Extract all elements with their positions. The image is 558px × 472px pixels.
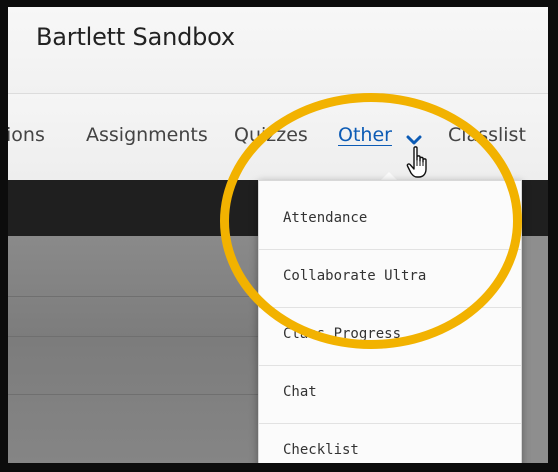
nav-item-discussions[interactable]: ions (8, 124, 45, 146)
menu-item-label: Class Progress (283, 326, 402, 342)
course-navbar: ions Assignments Quizzes Other Classlist (8, 94, 548, 180)
course-header: Bartlett Sandbox (8, 7, 548, 94)
course-title: Bartlett Sandbox (36, 23, 235, 51)
menu-item-attendance[interactable]: Attendance (259, 191, 521, 250)
menu-item-chat[interactable]: Chat (259, 365, 521, 424)
menu-item-label: Attendance (283, 210, 368, 226)
chevron-down-icon[interactable] (406, 134, 422, 146)
menu-item-label: Checklist (283, 442, 359, 458)
nav-item-quizzes[interactable]: Quizzes (234, 124, 308, 146)
menu-item-label: Chat (283, 384, 317, 400)
other-dropdown-menu: Attendance Collaborate Ultra Class Progr… (258, 180, 522, 463)
nav-item-assignments[interactable]: Assignments (86, 124, 208, 146)
content-divider (8, 336, 258, 337)
menu-item-class-progress[interactable]: Class Progress (259, 307, 521, 366)
content-right-edge (520, 236, 548, 463)
content-divider (8, 296, 258, 297)
menu-item-checklist[interactable]: Checklist (259, 423, 521, 463)
menu-item-collaborate-ultra[interactable]: Collaborate Ultra (259, 249, 521, 308)
nav-item-other[interactable]: Other (338, 124, 392, 146)
nav-item-classlist[interactable]: Classlist (448, 124, 526, 146)
content-divider (8, 394, 258, 395)
screen-photo: Bartlett Sandbox ions Assignments Quizze… (8, 7, 548, 463)
menu-item-label: Collaborate Ultra (283, 268, 427, 284)
